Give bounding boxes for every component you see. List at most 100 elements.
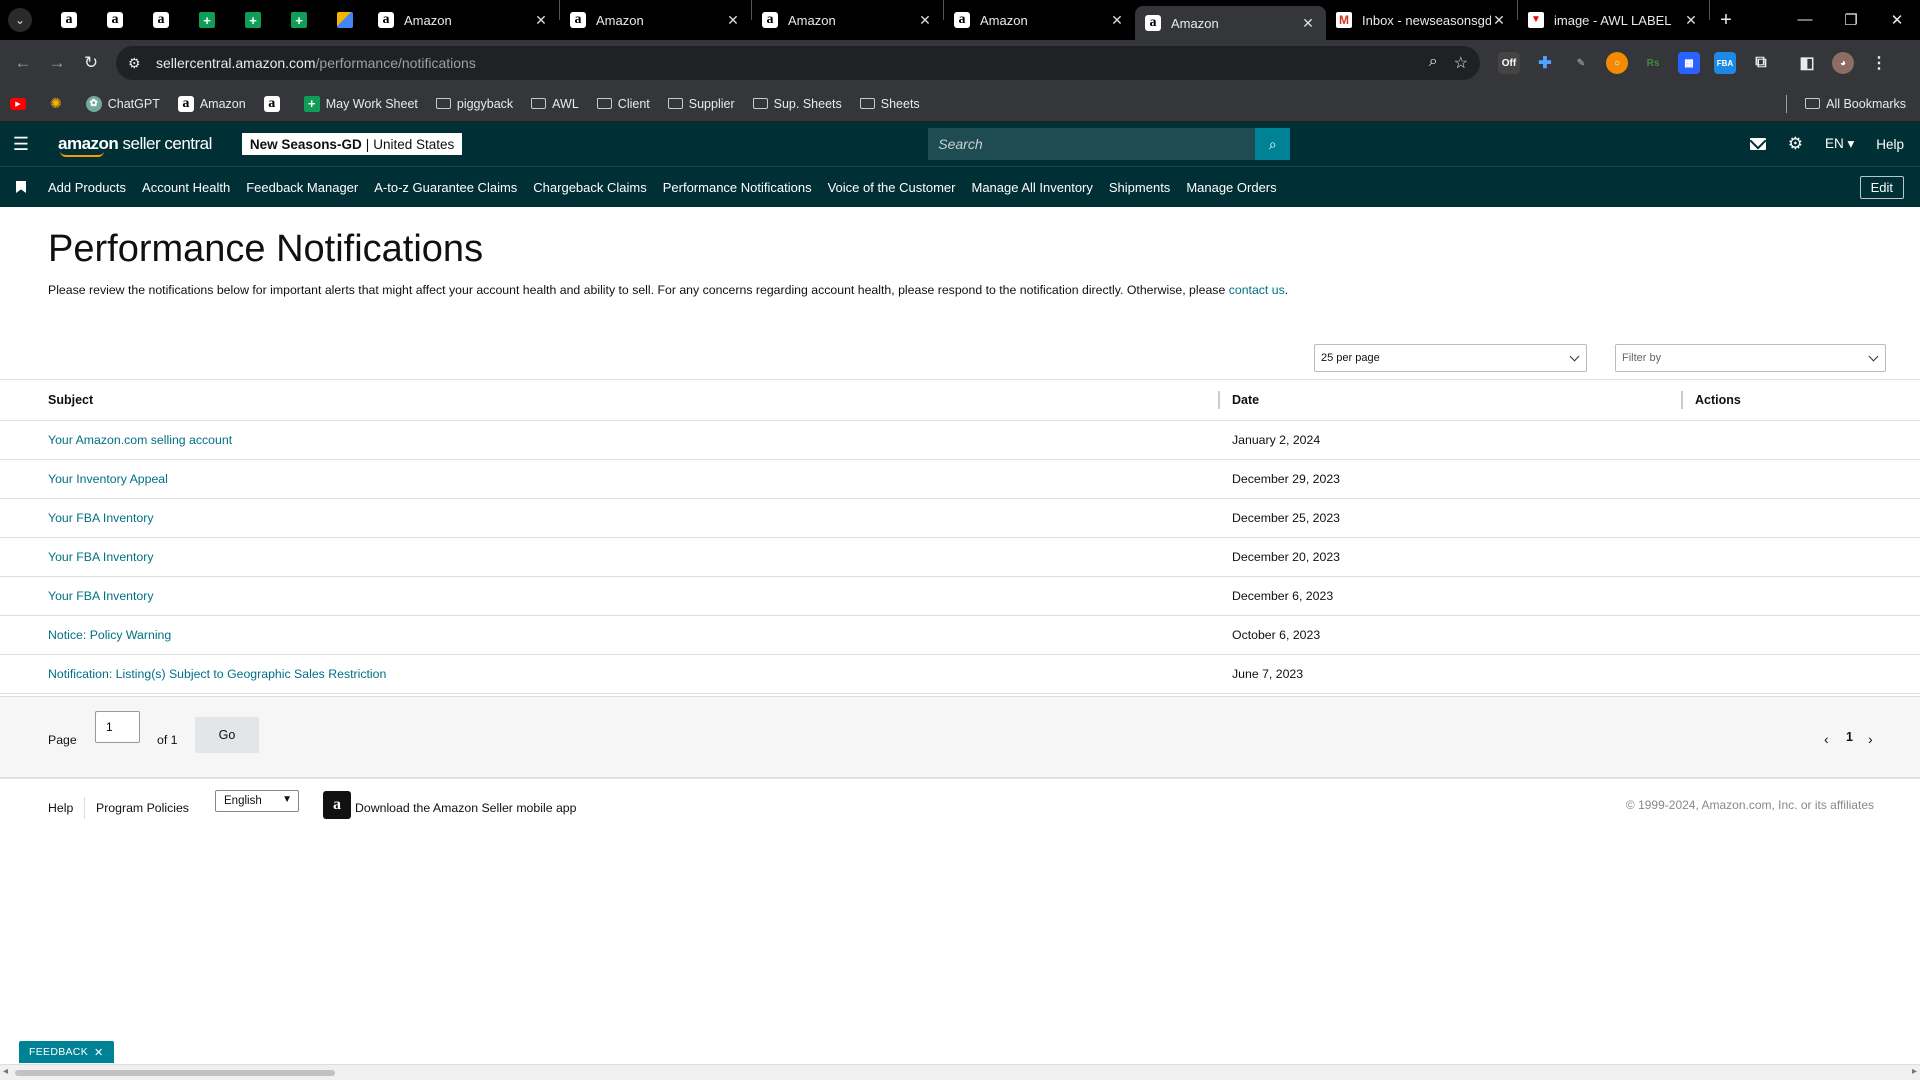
scrollbar-thumb[interactable]	[15, 1070, 335, 1076]
extension-puzzle-blue-icon[interactable]: ✚	[1534, 52, 1556, 74]
bookmark-item[interactable]: ▶	[10, 97, 32, 110]
page-number-input[interactable]	[95, 711, 140, 743]
tab[interactable]: a Amazon ✕	[368, 0, 559, 40]
reload-icon[interactable]: ↻	[74, 53, 108, 73]
tab-search-chevron-icon[interactable]: ⌄	[8, 8, 32, 32]
per-page-select[interactable]: 25 per page	[1314, 344, 1587, 372]
bookmark-item[interactable]: ✿ ChatGPT	[85, 95, 160, 112]
nav-link[interactable]: A-to-z Guarantee Claims	[374, 180, 517, 195]
hamburger-menu-icon[interactable]: ☰	[0, 134, 42, 155]
go-button[interactable]: Go	[195, 717, 259, 753]
all-bookmarks[interactable]: All Bookmarks	[1786, 94, 1906, 113]
bookmark-item[interactable]: ✺	[50, 95, 68, 112]
close-window-icon[interactable]: ✕	[1874, 11, 1920, 29]
bookmark-item[interactable]: Sheets	[859, 97, 920, 111]
extension-pen-icon[interactable]: ✎	[1570, 52, 1592, 74]
header-date[interactable]: Date	[1232, 393, 1259, 407]
bookmark-item[interactable]: + May Work Sheet	[303, 95, 418, 112]
side-panel-icon[interactable]: ◧	[1796, 52, 1818, 74]
close-icon[interactable]: ✕	[94, 1046, 104, 1059]
chevron-left-icon[interactable]: ‹	[1824, 731, 1829, 747]
chevron-right-icon[interactable]: ›	[1868, 731, 1873, 747]
scroll-left-arrow-icon[interactable]: ◂	[3, 1066, 8, 1077]
address-bar[interactable]: ⚙ sellercentral.amazon.com/performance/n…	[116, 46, 1480, 80]
tab[interactable]: a Amazon ✕	[752, 0, 943, 40]
pinned-tab[interactable]	[322, 0, 368, 40]
nav-link[interactable]: Account Health	[142, 180, 230, 195]
extensions-puzzle-icon[interactable]: ⧉	[1750, 52, 1772, 74]
notification-subject-link[interactable]: Your FBA Inventory	[48, 511, 154, 525]
pinned-tab[interactable]: a	[92, 0, 138, 40]
profile-avatar[interactable]: ◕	[1832, 52, 1854, 74]
extension-calculator-icon[interactable]: ▦	[1678, 52, 1700, 74]
column-divider[interactable]	[1681, 391, 1683, 409]
search-input[interactable]	[928, 128, 1256, 160]
zoom-icon[interactable]: ⌕	[1429, 53, 1438, 73]
notification-subject-link[interactable]: Your FBA Inventory	[48, 589, 154, 603]
nav-link[interactable]: Manage Orders	[1186, 180, 1276, 195]
nav-link[interactable]: Feedback Manager	[246, 180, 358, 195]
horizontal-scrollbar[interactable]: ◂ ▸	[0, 1064, 1920, 1080]
filter-select[interactable]: Filter by	[1615, 344, 1886, 372]
forward-arrow-icon[interactable]: →	[40, 53, 74, 73]
nav-link[interactable]: Shipments	[1109, 180, 1170, 195]
bookmark-item[interactable]: AWL	[531, 97, 579, 111]
notification-subject-link[interactable]: Your Amazon.com selling account	[48, 433, 232, 447]
extension-orange-icon[interactable]: ○	[1606, 52, 1628, 74]
pinned-tab[interactable]: +	[230, 0, 276, 40]
nav-link[interactable]: Manage All Inventory	[971, 180, 1092, 195]
notification-subject-link[interactable]: Notification: Listing(s) Subject to Geog…	[48, 667, 386, 681]
notification-subject-link[interactable]: Notice: Policy Warning	[48, 628, 171, 642]
bookmark-item[interactable]: a	[263, 95, 286, 112]
amazon-app-icon[interactable]: a	[323, 791, 351, 819]
new-tab-button[interactable]: +	[1710, 9, 1742, 32]
chrome-menu-icon[interactable]: ⋮	[1868, 52, 1890, 74]
tab[interactable]: a Amazon ✕	[944, 0, 1135, 40]
tab[interactable]: ▼ image - AWL LABEL ✕	[1518, 0, 1709, 40]
tab[interactable]: a Amazon ✕	[560, 0, 751, 40]
pinned-tab[interactable]: +	[276, 0, 322, 40]
extension-fba-icon[interactable]: FBA	[1714, 52, 1736, 74]
bookmark-item[interactable]: Client	[596, 97, 650, 111]
pinned-tab[interactable]: +	[184, 0, 230, 40]
close-tab-icon[interactable]: ✕	[1683, 12, 1699, 29]
close-tab-icon[interactable]: ✕	[1109, 12, 1125, 29]
bookmark-item[interactable]: a Amazon	[177, 95, 246, 112]
nav-link[interactable]: Performance Notifications	[663, 180, 812, 195]
bookmark-item[interactable]: Sup. Sheets	[752, 97, 842, 111]
language-selector[interactable]: EN ▾	[1825, 136, 1854, 152]
bookmark-item[interactable]: Supplier	[667, 97, 735, 111]
close-tab-icon[interactable]: ✕	[533, 12, 549, 29]
close-tab-icon[interactable]: ✕	[917, 12, 933, 29]
close-tab-icon[interactable]: ✕	[1300, 15, 1316, 32]
store-selector[interactable]: New Seasons-GD | United States	[241, 133, 463, 155]
bookmark-star-icon[interactable]: ☆	[1454, 53, 1468, 73]
amazon-seller-central-logo[interactable]: amazon seller central	[58, 134, 212, 157]
nav-link[interactable]: Voice of the Customer	[828, 180, 956, 195]
footer-language-select[interactable]: English ▼	[215, 790, 299, 812]
footer-help-link[interactable]: Help	[48, 801, 73, 815]
pinned-tab[interactable]: a	[46, 0, 92, 40]
restore-icon[interactable]: ❐	[1828, 11, 1874, 29]
column-divider[interactable]	[1218, 391, 1220, 409]
search-icon[interactable]: ⌕	[1255, 128, 1291, 160]
help-link[interactable]: Help	[1876, 137, 1904, 152]
scroll-right-arrow-icon[interactable]: ▸	[1912, 1066, 1917, 1077]
download-app-link[interactable]: Download the Amazon Seller mobile app	[355, 801, 576, 815]
site-info-icon[interactable]: ⚙	[128, 55, 150, 72]
current-page-number[interactable]: 1	[1846, 730, 1853, 744]
minimize-icon[interactable]: —	[1782, 11, 1828, 29]
header-subject[interactable]: Subject	[48, 393, 93, 407]
tab[interactable]: M Inbox - newseasonsgd ✕	[1326, 0, 1517, 40]
feedback-tab[interactable]: FEEDBACK ✕	[19, 1041, 114, 1063]
tab-active[interactable]: a Amazon ✕	[1135, 6, 1326, 40]
notification-subject-link[interactable]: Your FBA Inventory	[48, 550, 154, 564]
notification-subject-link[interactable]: Your Inventory Appeal	[48, 472, 168, 486]
close-tab-icon[interactable]: ✕	[1491, 12, 1507, 29]
pinned-tab[interactable]: a	[138, 0, 184, 40]
program-policies-link[interactable]: Program Policies	[96, 801, 189, 815]
close-tab-icon[interactable]: ✕	[725, 12, 741, 29]
contact-us-link[interactable]: contact us	[1229, 283, 1285, 297]
extension-off-icon[interactable]: Off	[1498, 52, 1520, 74]
nav-link[interactable]: Add Products	[48, 180, 126, 195]
